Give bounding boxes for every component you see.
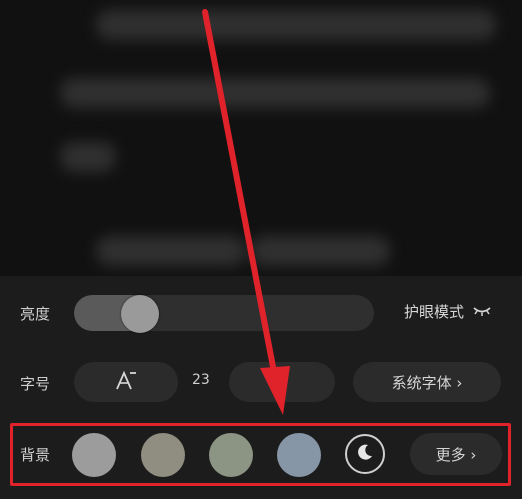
blurred-text-line (60, 78, 490, 108)
font-size-label: 字号 (20, 375, 51, 393)
background-swatch-blue[interactable] (277, 433, 321, 477)
brightness-label: 亮度 (20, 305, 51, 323)
blurred-text-line (96, 236, 246, 266)
eye-protection-label: 护眼模式 (404, 303, 465, 321)
reading-area (0, 0, 522, 276)
font-family-button[interactable]: 系统字体 › (353, 362, 501, 402)
more-backgrounds-label: 更多 › (435, 445, 477, 464)
font-family-label: 系统字体 › (391, 373, 463, 392)
closed-eye-icon (472, 303, 492, 321)
blurred-text-line (96, 10, 496, 40)
eye-protection-toggle[interactable]: 护眼模式 (404, 301, 492, 322)
font-decrease-button[interactable] (74, 362, 178, 402)
blurred-text-line (60, 142, 116, 172)
brightness-slider[interactable] (74, 295, 374, 331)
more-backgrounds-button[interactable]: 更多 › (410, 433, 502, 475)
moon-icon (355, 442, 375, 466)
brightness-slider-handle[interactable] (121, 295, 159, 333)
night-mode-button[interactable] (345, 434, 385, 474)
background-label: 背景 (20, 446, 51, 464)
background-swatch-green[interactable] (209, 433, 253, 477)
background-swatch-khaki[interactable] (141, 433, 185, 477)
font-size-value: 23 (192, 372, 210, 388)
blurred-text-line (250, 236, 390, 266)
font-increase-button[interactable] (229, 362, 335, 402)
background-swatch-gray[interactable] (72, 433, 116, 477)
font-decrease-icon (114, 369, 138, 395)
